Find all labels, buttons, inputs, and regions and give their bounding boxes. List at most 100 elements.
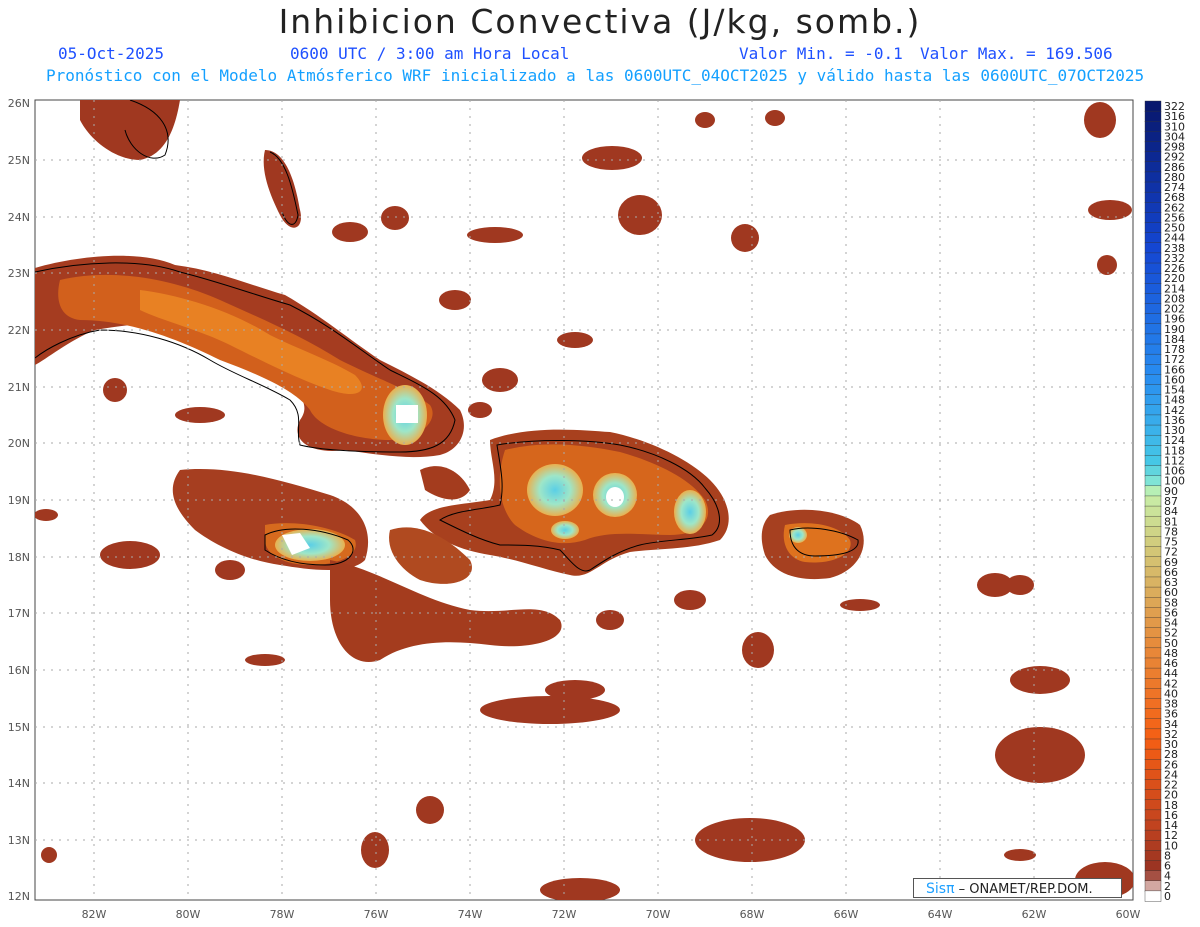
colorbar-swatch (1144, 597, 1162, 609)
colorbar-swatch (1144, 667, 1162, 679)
colorbar-swatch (1144, 657, 1162, 669)
colorbar-swatch (1144, 212, 1162, 224)
lon-label: 80W (176, 908, 201, 921)
colorbar-swatch (1144, 485, 1162, 497)
colorbar-swatch (1144, 141, 1162, 153)
lat-label: 20N (8, 437, 30, 450)
colorbar-swatch (1144, 333, 1162, 345)
colorbar-swatch (1144, 110, 1162, 122)
colorbar-swatch (1144, 738, 1162, 750)
colorbar-swatch (1144, 151, 1162, 163)
lat-label: 23N (8, 267, 30, 280)
colorbar-swatch (1144, 364, 1162, 376)
colorbar-swatch (1144, 475, 1162, 487)
colorbar-swatch (1144, 759, 1162, 771)
colorbar-swatch (1144, 505, 1162, 517)
colorbar-swatch (1144, 718, 1162, 730)
colorbar-swatch (1144, 384, 1162, 396)
credit-box: Sisπ – ONAMET/REP.DOM. (913, 878, 1122, 898)
colorbar-swatch (1144, 434, 1162, 447)
colorbar-swatch (1144, 779, 1162, 791)
colorbar-swatch (1144, 566, 1162, 578)
lat-label: 24N (8, 211, 30, 224)
colorbar-swatch (1144, 100, 1162, 112)
lon-label: 70W (646, 908, 671, 921)
colorbar-swatch (1144, 424, 1162, 436)
colorbar-swatch (1144, 647, 1162, 659)
colorbar-swatch (1144, 890, 1162, 902)
colorbar-swatch (1144, 313, 1162, 325)
colorbar-swatch (1144, 748, 1162, 760)
colorbar-swatch (1144, 131, 1162, 143)
colorbar-swatch (1144, 181, 1162, 193)
lat-label: 13N (8, 834, 30, 847)
lat-labels: 26N 25N 24N 23N 22N 21N 20N 19N 18N 17N … (8, 97, 30, 903)
colorbar-swatch (1144, 252, 1162, 264)
colorbar-swatch (1144, 637, 1162, 649)
colorbar-swatch (1144, 586, 1162, 598)
lon-label: 66W (834, 908, 859, 921)
colorbar-swatch (1144, 222, 1162, 234)
colorbar-swatch (1144, 242, 1162, 254)
colorbar-swatch (1144, 627, 1162, 639)
colorbar-swatch (1144, 191, 1162, 203)
colorbar-swatch (1144, 860, 1162, 872)
lon-label: 78W (270, 908, 295, 921)
lon-label: 76W (364, 908, 389, 921)
lat-label: 14N (8, 777, 30, 790)
colorbar-swatch (1144, 121, 1162, 133)
colorbar-swatch (1144, 880, 1162, 892)
colorbar-swatch (1144, 232, 1162, 244)
lat-label: 26N (8, 97, 30, 110)
colorbar-swatch (1144, 526, 1162, 538)
lon-label: 62W (1022, 908, 1047, 921)
colorbar-swatch (1144, 556, 1162, 568)
colorbar-swatch (1144, 262, 1162, 274)
colorbar-swatch (1144, 617, 1162, 629)
colorbar-swatch (1144, 688, 1162, 700)
colorbar-swatch (1144, 414, 1162, 426)
colorbar-swatch (1144, 546, 1162, 558)
lat-label: 16N (8, 664, 30, 677)
colorbar-swatch (1144, 678, 1162, 690)
lon-label: 64W (928, 908, 953, 921)
colorbar: 3223163103042982922862802742682622562502… (1144, 100, 1185, 903)
colorbar-swatch (1144, 769, 1162, 781)
colorbar-swatch (1144, 343, 1162, 355)
colorbar-swatch (1144, 819, 1162, 831)
lon-label: 74W (458, 908, 483, 921)
colorbar-swatch (1144, 303, 1162, 315)
colorbar-swatch (1144, 161, 1162, 173)
colorbar-swatch (1144, 404, 1162, 416)
colorbar-swatch (1144, 708, 1162, 720)
colorbar-swatch (1144, 353, 1162, 365)
colorbar-swatch (1144, 171, 1162, 183)
colorbar-swatch (1144, 789, 1162, 801)
sispi-logo: Sisπ (926, 881, 955, 897)
colorbar-swatch (1144, 272, 1162, 284)
colorbar-swatch (1144, 283, 1162, 295)
lat-label: 12N (8, 890, 30, 903)
colorbar-swatch (1144, 445, 1162, 457)
colorbar-swatch (1144, 293, 1162, 305)
colorbar-swatch (1144, 323, 1162, 335)
colorbar-swatch (1144, 799, 1162, 811)
colorbar-label: 0 (1164, 890, 1171, 903)
colorbar-swatch (1144, 374, 1162, 386)
lon-label: 60W (1116, 908, 1141, 921)
colorbar-swatch (1144, 495, 1162, 507)
colorbar-swatch (1144, 850, 1162, 862)
lat-label: 25N (8, 154, 30, 167)
lat-label: 21N (8, 381, 30, 394)
lat-label: 17N (8, 607, 30, 620)
lon-labels: 82W 80W 78W 76W 74W 72W 70W 68W 66W 64W … (82, 908, 1141, 921)
colorbar-swatch (1144, 455, 1162, 467)
colorbar-swatch (1144, 607, 1162, 619)
lat-label: 18N (8, 551, 30, 564)
colorbar-swatch (1144, 698, 1162, 710)
lat-label: 19N (8, 494, 30, 507)
colorbar-swatch (1144, 576, 1162, 588)
colorbar-swatch (1144, 465, 1162, 477)
lat-label: 22N (8, 324, 30, 337)
lon-label: 68W (740, 908, 765, 921)
